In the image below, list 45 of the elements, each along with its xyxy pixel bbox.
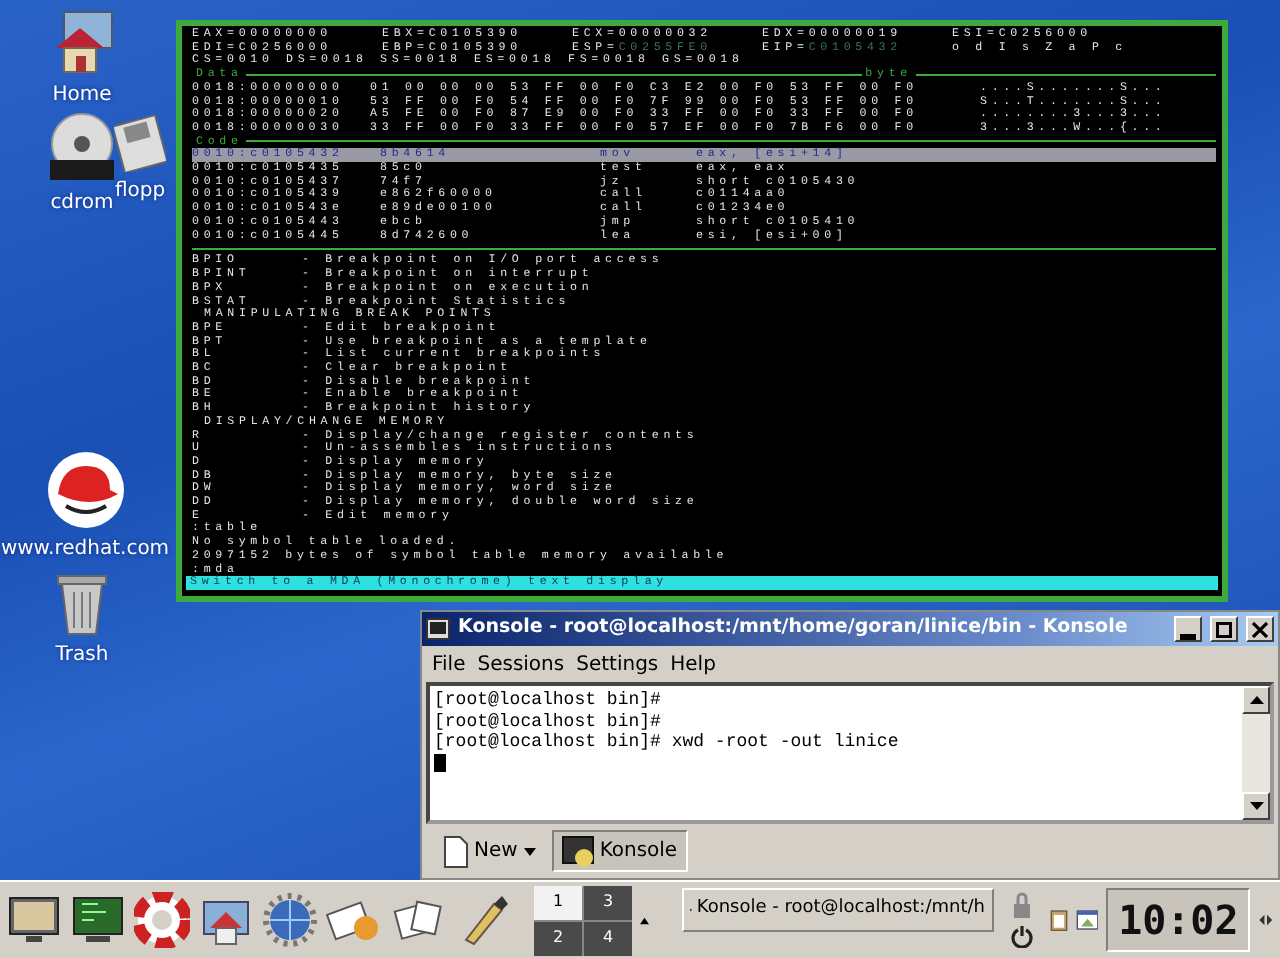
up-arrow-icon[interactable] — [640, 915, 649, 925]
desktop-pager-button[interactable]: 2 — [534, 921, 582, 955]
desktop-pager-button[interactable]: 4 — [584, 921, 632, 955]
close-icon — [1252, 621, 1268, 637]
icon-label[interactable]: Home — [52, 80, 112, 110]
icon-label[interactable]: cdrom — [50, 188, 114, 218]
lifebuoy-icon[interactable] — [134, 892, 190, 948]
minimize-icon — [1180, 634, 1196, 640]
menu-item[interactable]: Settings — [576, 650, 659, 678]
icon-label[interactable]: www.redhat.com — [0, 534, 170, 564]
desktop-pager-button[interactable]: 1 — [534, 885, 582, 919]
screen-icon[interactable] — [6, 892, 62, 948]
text-cursor — [434, 753, 446, 771]
terminal-line: [root@localhost bin]# xwd -root -out linice — [434, 732, 899, 752]
menu-item[interactable]: Help — [670, 650, 716, 678]
terminal-icon — [561, 835, 594, 867]
window-title: Konsole - root@localhost:/mnt/home/goran/linice/bin - Konsole — [458, 614, 1130, 643]
maximize-button[interactable] — [1210, 616, 1238, 642]
disc-icon[interactable] — [46, 112, 118, 184]
menu-item[interactable]: File — [432, 650, 466, 678]
terminal-line: [root@localhost bin]# — [434, 711, 661, 731]
monitor-icon[interactable] — [70, 892, 126, 948]
floppy-icon[interactable] — [114, 112, 166, 172]
maximize-icon — [1216, 621, 1232, 637]
menu-item[interactable]: Sessions — [477, 650, 565, 678]
new-session-button[interactable]: New — [434, 830, 546, 872]
scroll-up-button[interactable] — [1242, 686, 1270, 714]
session-tab[interactable]: Konsole — [551, 830, 688, 872]
desktop-pager-button[interactable]: 3 — [584, 885, 632, 919]
scroll-down-button[interactable] — [1242, 792, 1270, 820]
terminal-icon — [426, 618, 450, 640]
taskbar-button[interactable]: Konsole - root@localhost:/mnt/h — [681, 888, 993, 932]
minimize-button[interactable] — [1174, 616, 1202, 642]
icon-label[interactable]: flopp — [114, 176, 166, 206]
clock: 10:02 — [1106, 888, 1251, 952]
icon-label[interactable]: Trash — [55, 640, 109, 670]
up-arrow-icon — [1249, 696, 1263, 704]
page-icon — [444, 835, 468, 867]
close-button[interactable] — [1246, 616, 1274, 642]
hat-icon[interactable] — [45, 450, 125, 530]
power-icon[interactable] — [1009, 924, 1033, 948]
down-arrow-icon — [1249, 802, 1263, 810]
caret-icon — [523, 847, 536, 855]
globe-icon[interactable] — [262, 892, 318, 948]
terminal-line: [root@localhost bin]# — [434, 690, 661, 710]
